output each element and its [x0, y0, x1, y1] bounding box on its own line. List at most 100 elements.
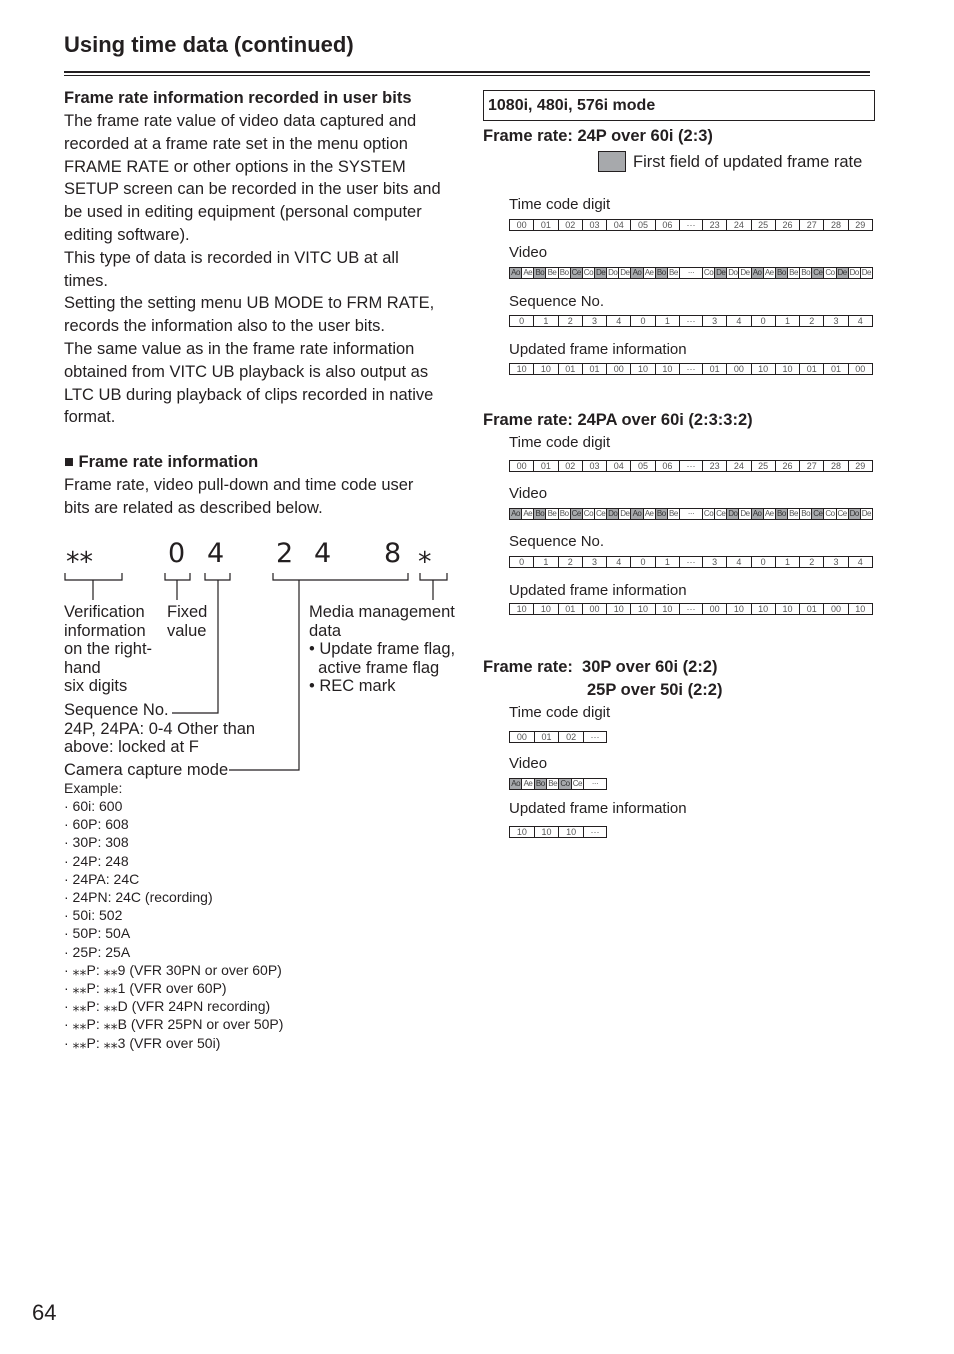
table-cell: 00: [510, 461, 535, 471]
table-cell: 10: [752, 604, 776, 614]
text-line: Fixed: [167, 603, 208, 621]
table-cell: Do: [727, 509, 740, 519]
table-cell: Ao: [510, 268, 523, 278]
table-cell: 00: [583, 604, 608, 614]
text-line: Sequence No.: [64, 701, 169, 719]
table-cell: Ce: [572, 779, 584, 789]
table-cell: 04: [607, 461, 632, 471]
table-cell: 1: [656, 557, 680, 567]
table-cell: De: [836, 268, 849, 278]
table-cell: 26: [776, 220, 801, 230]
table-cell: Do: [728, 268, 740, 278]
table-cell: ···: [680, 461, 703, 471]
table-cell: Ae: [522, 268, 535, 278]
text-line: · 60P: 608: [64, 816, 129, 833]
table-cell: Bo: [800, 509, 813, 519]
media-management-label: Media management data • Update frame flag,…: [309, 603, 455, 696]
upd-label: Updated frame information: [509, 800, 687, 817]
mode-heading: 1080i, 480i, 576i mode: [483, 90, 875, 121]
table-cell: Do: [849, 268, 861, 278]
table-cell: 1: [776, 316, 801, 326]
table-cell: Be: [788, 509, 801, 519]
table-cell: Co: [825, 509, 837, 519]
table-cell: Ao: [631, 509, 644, 519]
table-cell: 10: [855, 604, 866, 614]
table-cell: Do: [848, 509, 861, 519]
table-cell: 4: [857, 316, 863, 326]
table-cell: 0: [752, 557, 776, 567]
tc-table: 00 01 02 03 04 05 06 ··· 23 24 25 26 27 28 29: [509, 460, 873, 472]
table-cell: Ce: [570, 268, 583, 278]
text-line: above: locked at F: [64, 738, 199, 756]
table-cell: 24: [727, 220, 752, 230]
table-cell: Bo: [775, 268, 788, 278]
table-cell: 3: [824, 557, 849, 567]
table-cell: ···: [680, 557, 703, 567]
table-cell: Bo: [534, 779, 547, 789]
table-cell: 3: [583, 316, 608, 326]
table-cell: 0: [631, 557, 656, 567]
table-cell: 3: [703, 316, 728, 326]
page-number: 64: [32, 1300, 57, 1325]
table-cell: 1: [776, 557, 801, 567]
table-cell: 06: [656, 220, 680, 230]
table-cell: 3: [824, 316, 849, 326]
table-cell: 01: [535, 732, 560, 742]
table-cell: 06: [656, 461, 680, 471]
table-cell: 10: [631, 364, 656, 374]
text-line: · 24P: 248: [64, 852, 129, 869]
table-cell: Co: [559, 779, 572, 789]
table-cell: ···: [680, 509, 703, 519]
table-cell: 00: [607, 364, 632, 374]
text-line: · ⁎⁎P: ⁎⁎3 (VFR over 50i): [64, 1034, 221, 1051]
upd-table: 10 10 10 ···: [509, 826, 607, 838]
seq-table: 0 1 2 3 4 0 1 ··· 3 4 0 1 2 3 4: [509, 556, 873, 568]
text-line: · 60i: 600: [64, 798, 123, 814]
table-cell: 1: [656, 316, 680, 326]
upd-label: Updated frame information: [509, 341, 687, 358]
table-cell: 03: [583, 220, 608, 230]
video-label: Video: [509, 244, 548, 261]
table-cell: Ae: [644, 268, 656, 278]
text-line: · 24PA: 24C: [64, 870, 140, 887]
table-cell: 24: [727, 461, 752, 471]
block3-title-1: Frame rate: 30P over 60i (2:2): [483, 658, 718, 676]
table-cell: Bo: [559, 509, 571, 519]
table-cell: 2: [559, 557, 583, 567]
table-cell: 3: [583, 557, 608, 567]
table-cell: 10: [656, 364, 680, 374]
table-cell: 00: [824, 604, 849, 614]
table-cell: De: [861, 268, 872, 277]
upd-label: Updated frame information: [509, 582, 687, 599]
table-cell: Ae: [522, 779, 535, 789]
table-cell: 02: [559, 732, 585, 742]
table-cell: 03: [583, 461, 608, 471]
table-cell: 23: [703, 461, 728, 471]
text-line: · 50P: 50A: [64, 925, 131, 942]
table-cell: 01: [800, 604, 825, 614]
table-cell: Bo: [559, 268, 571, 278]
text-line: · 30P: 308: [64, 834, 129, 851]
table-cell: 0: [510, 316, 535, 326]
table-cell: 01: [559, 364, 583, 374]
table-cell: 4: [857, 557, 863, 567]
table-cell: 25: [752, 461, 776, 471]
table-cell: 1: [534, 557, 559, 567]
table-cell: De: [740, 509, 752, 519]
table-cell: 28: [824, 220, 849, 230]
table-cell: De: [620, 268, 632, 278]
table-cell: De: [740, 268, 752, 278]
table-cell: 10: [535, 827, 560, 837]
table-cell: 02: [559, 461, 583, 471]
table-cell: 23: [703, 220, 728, 230]
text-line: active frame flag: [309, 658, 440, 677]
table-cell: 01: [583, 364, 608, 374]
upd-table: 10 10 01 01 00 10 10 ··· 01 00 10 10 01 01 00: [509, 363, 873, 375]
video-label: Video: [509, 755, 548, 772]
text-line: value: [167, 621, 207, 640]
table-cell: Ce: [716, 509, 728, 519]
tc-table: 00 01 02 ···: [509, 731, 607, 743]
table-cell: ···: [591, 779, 599, 788]
text-line: six digits: [64, 677, 128, 695]
table-cell: Co: [825, 268, 837, 278]
